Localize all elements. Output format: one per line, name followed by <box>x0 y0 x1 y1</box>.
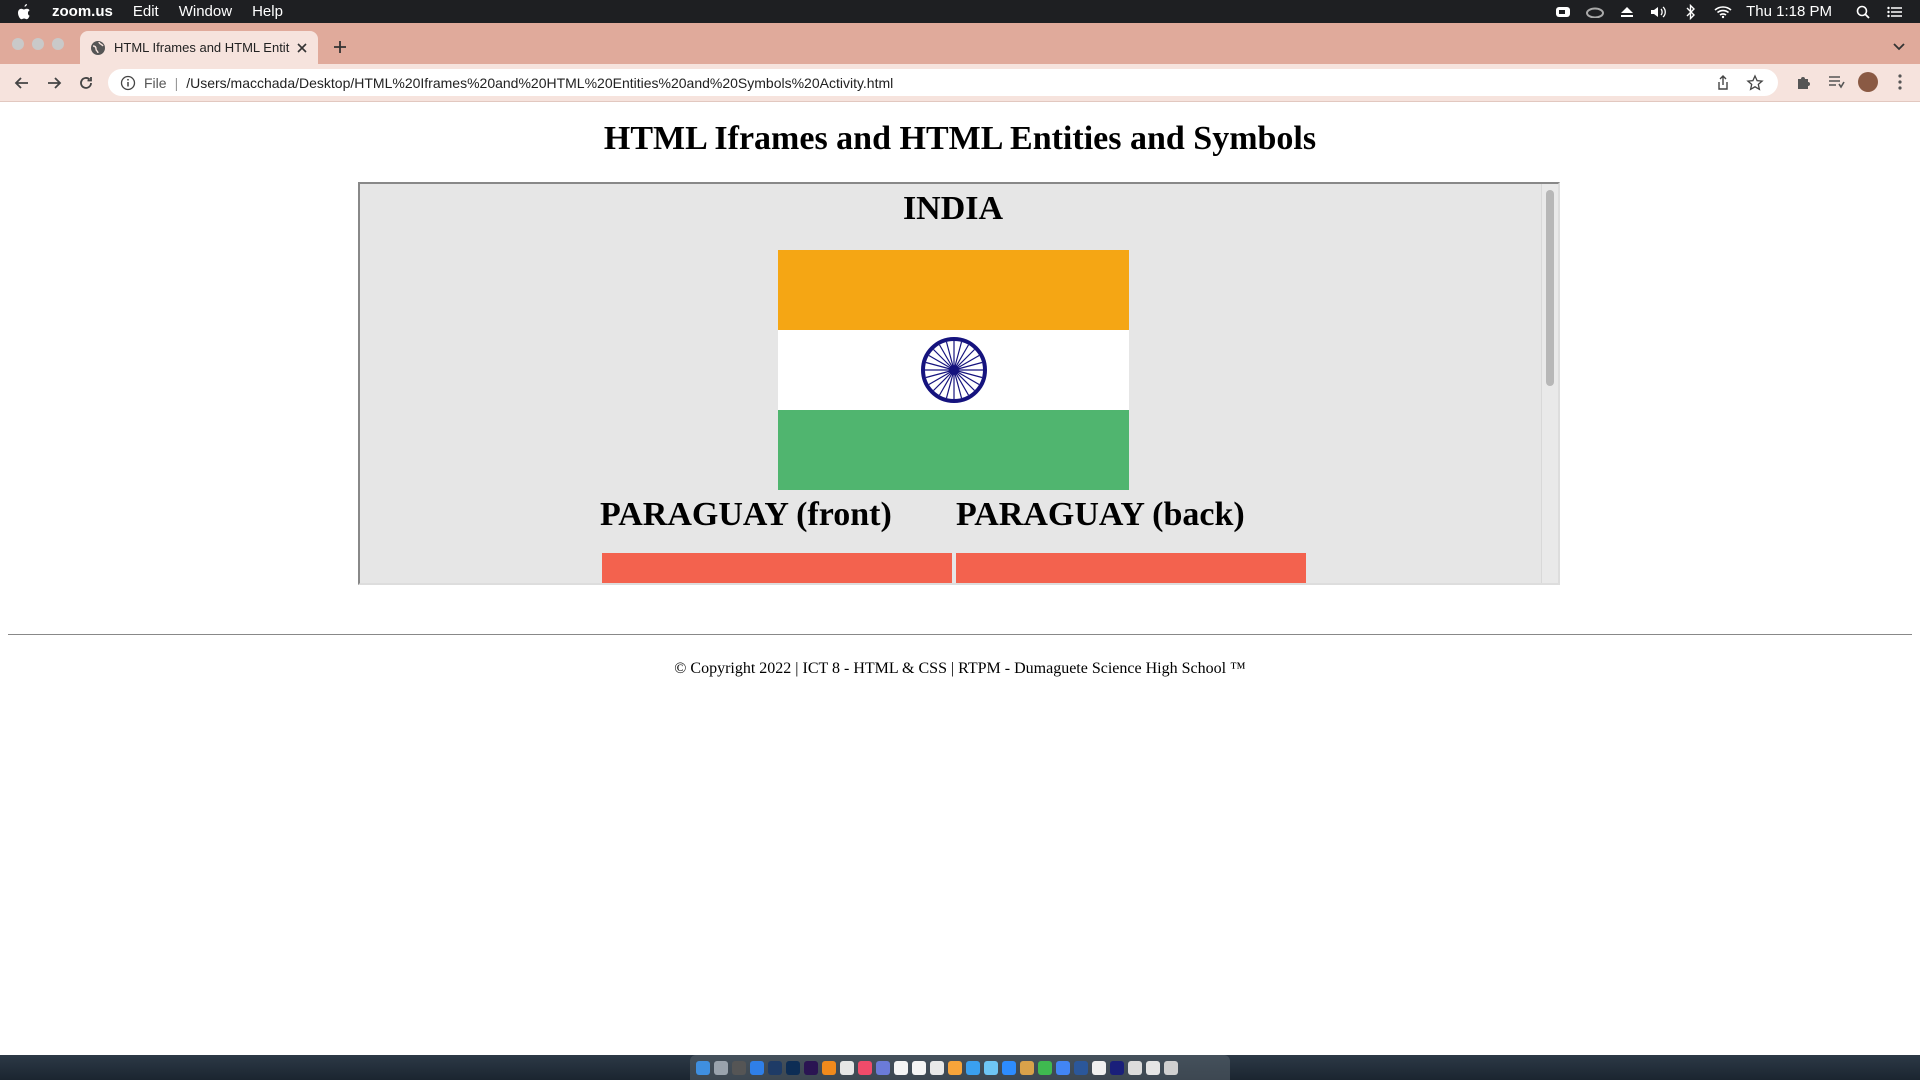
preview-icon[interactable] <box>930 1060 944 1075</box>
paraguay-back-title: PARAGUAY (back) <box>956 496 1245 533</box>
browser-tab-strip: HTML Iframes and HTML Entiti <box>0 23 1920 64</box>
volume-icon[interactable] <box>1648 4 1670 20</box>
flags-iframe[interactable]: INDIA PARAGUAY (front) PARAGUAY (back) <box>358 182 1560 585</box>
zoom-icon[interactable] <box>1552 4 1574 20</box>
browser-toolbar: File | /Users/macchada/Desktop/HTML%20If… <box>0 64 1920 102</box>
ashoka-chakra-icon <box>921 337 987 403</box>
premiere-icon[interactable] <box>804 1060 818 1075</box>
site-info-icon[interactable] <box>120 75 136 91</box>
close-window-button[interactable] <box>12 38 24 50</box>
page-heading: HTML Iframes and HTML Entities and Symbo… <box>603 120 1317 157</box>
globe-icon <box>91 40 105 55</box>
messages-icon[interactable] <box>984 1060 998 1075</box>
forward-arrow-icon[interactable] <box>44 73 64 93</box>
macos-menu-bar: zoom.us Edit Window Help Thu 1:18 PM <box>0 0 1920 23</box>
trash-icon[interactable] <box>1164 1060 1178 1075</box>
calendar-icon[interactable] <box>912 1060 926 1075</box>
zoom-dock-icon[interactable] <box>1002 1060 1016 1075</box>
launchpad-icon[interactable] <box>714 1060 728 1075</box>
safari-icon[interactable] <box>750 1060 764 1075</box>
system-preferences-icon[interactable] <box>732 1060 746 1075</box>
downloads-stack-icon[interactable] <box>1128 1060 1142 1075</box>
share-icon[interactable] <box>1714 74 1732 92</box>
new-tab-plus-icon[interactable] <box>330 37 350 57</box>
address-scheme-label: File <box>144 74 167 91</box>
notification-center-icon[interactable] <box>1884 4 1906 20</box>
india-title: INDIA <box>902 190 1004 227</box>
photos-icon[interactable] <box>948 1060 962 1075</box>
textedit-icon[interactable] <box>1092 1060 1106 1075</box>
address-separator: | <box>174 74 179 91</box>
iframe-scrollbar-thumb[interactable] <box>1546 190 1554 386</box>
macos-dock <box>690 1055 1230 1080</box>
address-bar-actions <box>1700 74 1764 92</box>
menu-help[interactable]: Help <box>252 3 283 20</box>
documents-stack-icon[interactable] <box>1146 1060 1160 1075</box>
menu-edit[interactable]: Edit <box>133 3 159 20</box>
paraguay-front-title: PARAGUAY (front) <box>600 496 892 533</box>
numbers-icon[interactable] <box>1038 1060 1052 1075</box>
minimize-window-button[interactable] <box>32 38 44 50</box>
reading-list-icon[interactable] <box>1826 72 1846 92</box>
app-store-icon[interactable] <box>966 1060 980 1075</box>
india-flag-image <box>778 250 1129 490</box>
menu-clock[interactable]: Thu 1:18 PM <box>1746 3 1832 20</box>
back-arrow-icon[interactable] <box>12 73 32 93</box>
more-menu-icon[interactable] <box>1890 72 1910 92</box>
bookmark-star-icon[interactable] <box>1746 74 1764 92</box>
apple-menu-icon[interactable] <box>16 2 36 22</box>
paraguay-back-flag-image <box>956 553 1306 583</box>
toolbar-extensions <box>1782 72 1910 92</box>
pages-icon[interactable] <box>1020 1060 1034 1075</box>
spotlight-search-icon[interactable] <box>1852 4 1874 20</box>
eject-icon[interactable] <box>1616 4 1638 20</box>
iframe-scrollbar[interactable] <box>1541 184 1558 583</box>
web-page: HTML Iframes and HTML Entities and Symbo… <box>0 102 1920 1055</box>
copyright-footer: © Copyright 2022 | ICT 8 - HTML & CSS | … <box>674 660 1246 677</box>
bluetooth-icon[interactable] <box>1680 3 1702 20</box>
reload-icon[interactable] <box>76 73 96 93</box>
paraguay-front-flag-image <box>602 553 952 583</box>
keynote-icon[interactable] <box>840 1060 854 1075</box>
chrome-icon[interactable] <box>1056 1060 1070 1075</box>
wifi-icon[interactable] <box>1712 4 1734 20</box>
word-icon[interactable] <box>1074 1060 1088 1075</box>
address-url-text[interactable]: /Users/macchada/Desktop/HTML%20Iframes%2… <box>186 75 893 91</box>
profile-avatar[interactable] <box>1858 72 1878 92</box>
window-controls <box>12 38 72 50</box>
notes-icon[interactable] <box>894 1060 908 1075</box>
finder-icon[interactable] <box>696 1060 710 1075</box>
vlc-icon[interactable] <box>822 1060 836 1075</box>
address-bar[interactable]: File | /Users/macchada/Desktop/HTML%20If… <box>108 69 1778 96</box>
tab-search-chevron-icon[interactable] <box>1890 37 1908 55</box>
zoom-window-button[interactable] <box>52 38 64 50</box>
india-flag-green-band <box>778 410 1129 490</box>
creative-cloud-icon[interactable] <box>1584 4 1606 20</box>
india-flag-saffron-band <box>778 250 1129 330</box>
close-tab-icon[interactable] <box>294 40 310 56</box>
window-thumbnail-icon[interactable] <box>1110 1060 1124 1075</box>
extensions-puzzle-icon[interactable] <box>1794 72 1814 92</box>
app-icon[interactable] <box>876 1060 890 1075</box>
lightroom-icon[interactable] <box>768 1060 782 1075</box>
menu-window[interactable]: Window <box>179 3 232 20</box>
tab-title: HTML Iframes and HTML Entiti <box>114 40 290 55</box>
menu-app-name[interactable]: zoom.us <box>52 3 113 20</box>
music-icon[interactable] <box>858 1060 872 1075</box>
photoshop-icon[interactable] <box>786 1060 800 1075</box>
browser-tab-active[interactable]: HTML Iframes and HTML Entiti <box>80 31 318 64</box>
footer-divider <box>8 634 1912 635</box>
menu-extras: Thu 1:18 PM <box>1542 0 1906 23</box>
